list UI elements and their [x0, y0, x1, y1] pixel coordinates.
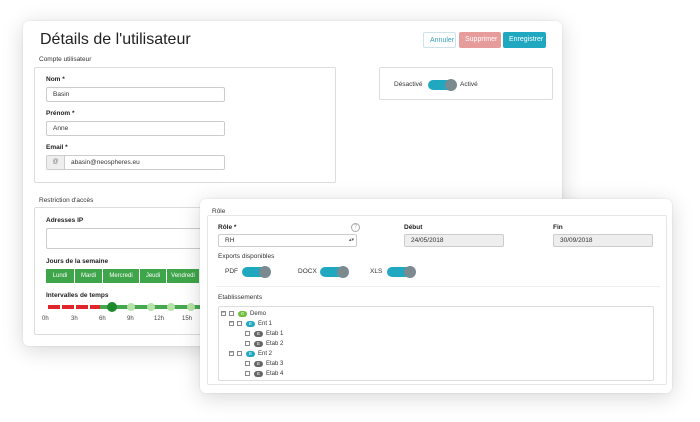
- email-label: Email *: [46, 144, 68, 151]
- at-icon: @: [47, 156, 65, 169]
- tree-node-etab1[interactable]: E Etab 1: [245, 329, 283, 338]
- timeline-handle[interactable]: [127, 303, 135, 311]
- toggle-knob: [259, 266, 271, 278]
- establishment-icon: E: [254, 340, 263, 347]
- tree-label: Ent 2: [258, 350, 273, 357]
- establishments-label: Etablissements: [218, 294, 263, 301]
- checkbox[interactable]: [237, 321, 242, 326]
- day-mardi[interactable]: Mardi: [75, 269, 103, 283]
- timeline-label: Intervalles de temps: [46, 292, 109, 299]
- start-label: Début: [404, 224, 423, 231]
- entity-icon: E: [246, 320, 255, 327]
- status-on-label: Activé: [460, 81, 478, 88]
- collapse-icon[interactable]: −: [229, 351, 234, 356]
- status-toggle[interactable]: [428, 79, 457, 91]
- day-jeudi[interactable]: Jeudi: [140, 269, 167, 283]
- timeline-tick: 9h: [127, 316, 134, 322]
- prenom-field[interactable]: Anne: [46, 121, 225, 136]
- timeline-bar[interactable]: [48, 305, 200, 309]
- day-lundi[interactable]: Lundi: [46, 269, 75, 283]
- day-vendredi[interactable]: Vendredi: [167, 269, 200, 283]
- tree-label: Etab 4: [266, 370, 284, 377]
- tree-label: Etab 2: [266, 340, 284, 347]
- timeline-tick: 3h: [71, 316, 78, 322]
- tree-node-demo[interactable]: − G Demo: [221, 309, 266, 318]
- role-panel: Rôle * ? RH ▴▾ Début 24/05/2018 Fin 30/0…: [207, 215, 667, 385]
- export-xls-label: XLS: [370, 268, 383, 275]
- timeline-tick: 0h: [42, 316, 49, 322]
- ip-input[interactable]: [46, 228, 206, 249]
- tree-label: Demo: [250, 310, 267, 317]
- timeline-handle-active[interactable]: [107, 302, 117, 312]
- checkbox[interactable]: [245, 331, 250, 336]
- ip-label: Adresses IP: [46, 217, 84, 224]
- timeline-red-segment: [48, 305, 100, 309]
- end-date-field[interactable]: 30/09/2018: [553, 234, 653, 247]
- timeline-tick: 6h: [99, 316, 106, 322]
- timeline-handle[interactable]: [147, 303, 155, 311]
- divider: [216, 286, 660, 287]
- tree-label: Ent 1: [258, 320, 273, 327]
- role-label: Rôle *: [218, 224, 237, 231]
- tree-node-ent2[interactable]: − E Ent 2: [229, 349, 272, 358]
- status-off-label: Désactivé: [394, 81, 423, 88]
- account-panel: Nom * Basin Prénom * Anne Email * @ abas…: [34, 67, 336, 183]
- email-field[interactable]: @ abasin@neospheres.eu: [46, 155, 225, 170]
- email-value: abasin@neospheres.eu: [71, 159, 140, 166]
- page-title: Détails de l'utilisateur: [40, 31, 191, 48]
- checkbox[interactable]: [245, 371, 250, 376]
- timeline-handle[interactable]: [167, 303, 175, 311]
- export-docx-toggle[interactable]: [320, 266, 349, 278]
- access-section-title: Restriction d'accès: [39, 197, 94, 204]
- export-pdf-toggle[interactable]: [242, 266, 271, 278]
- nom-field[interactable]: Basin: [46, 87, 225, 102]
- tree-node-etab4[interactable]: E Etab 4: [245, 369, 283, 378]
- checkbox[interactable]: [229, 311, 234, 316]
- role-card-title: Rôle: [212, 208, 226, 215]
- tree-node-etab2[interactable]: E Etab 2: [245, 339, 283, 348]
- checkbox[interactable]: [237, 351, 242, 356]
- collapse-icon[interactable]: −: [229, 321, 234, 326]
- checkbox[interactable]: [245, 361, 250, 366]
- establishment-icon: E: [254, 330, 263, 337]
- tree-node-etab3[interactable]: E Etab 3: [245, 359, 283, 368]
- role-card: Rôle Rôle * ? RH ▴▾ Début 24/05/2018 Fin…: [200, 199, 672, 393]
- toggle-knob: [445, 79, 457, 91]
- nom-label: Nom *: [46, 76, 65, 83]
- group-icon: G: [238, 310, 247, 317]
- export-pdf-label: PDF: [225, 268, 238, 275]
- timeline-tick: 12h: [154, 316, 165, 322]
- establishments-tree: − G Demo − E Ent 1 E Etab 1 E Etab 2 − E…: [218, 306, 654, 381]
- role-value: RH: [225, 237, 235, 244]
- cancel-button[interactable]: Annuler: [423, 32, 456, 48]
- day-mercredi[interactable]: Mercredi: [103, 269, 140, 283]
- account-section-title: Compte utilisateur: [39, 56, 92, 63]
- entity-icon: E: [246, 350, 255, 357]
- export-xls-toggle[interactable]: [387, 266, 416, 278]
- save-button[interactable]: Enregistrer: [503, 32, 546, 48]
- end-label: Fin: [553, 224, 563, 231]
- weekday-selector: Lundi Mardi Mercredi Jeudi Vendredi: [46, 269, 200, 283]
- tree-label: Etab 1: [266, 330, 284, 337]
- help-icon[interactable]: ?: [351, 223, 360, 232]
- export-docx-label: DOCX: [298, 268, 317, 275]
- select-arrow-icon: ▴▾: [348, 237, 354, 243]
- establishment-icon: E: [254, 360, 263, 367]
- establishment-icon: E: [254, 370, 263, 377]
- tree-node-ent1[interactable]: − E Ent 1: [229, 319, 272, 328]
- status-panel: Désactivé Activé: [379, 67, 553, 100]
- prenom-label: Prénom *: [46, 110, 75, 117]
- toggle-knob: [337, 266, 349, 278]
- timeline-handle[interactable]: [187, 303, 195, 311]
- exports-label: Exports disponibles: [218, 253, 275, 260]
- role-select[interactable]: RH ▴▾: [218, 234, 357, 247]
- checkbox[interactable]: [245, 341, 250, 346]
- days-label: Jours de la semaine: [46, 258, 109, 265]
- start-date-field[interactable]: 24/05/2018: [404, 234, 504, 247]
- toggle-knob: [404, 266, 416, 278]
- collapse-icon[interactable]: −: [221, 311, 226, 316]
- timeline-tick: 15h: [182, 316, 193, 322]
- tree-label: Etab 3: [266, 360, 284, 367]
- delete-button[interactable]: Supprimer: [459, 32, 501, 48]
